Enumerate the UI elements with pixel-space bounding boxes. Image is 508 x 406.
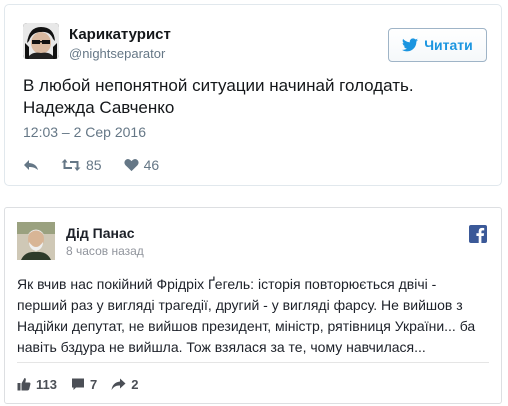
reply-button[interactable]	[23, 158, 39, 172]
author-name[interactable]: Дід Панас	[66, 225, 135, 241]
tweet-card: Карикатурист @nightseparator Читати В лю…	[4, 4, 502, 186]
tweet-text: В любой непонятной ситуации начинай голо…	[23, 75, 483, 119]
like-button[interactable]: 113	[17, 377, 57, 392]
like-button[interactable]: 46	[123, 157, 160, 173]
post-text-line: перший раз у вигляді трагедії, другий - …	[17, 297, 463, 313]
facebook-post-card: Дід Панас 8 часов назад Як вчив нас покі…	[4, 207, 502, 404]
post-text-line: Надійки депутат, не вийшов президент, мі…	[17, 318, 476, 334]
comment-icon	[71, 378, 84, 390]
author-name[interactable]: Карикатурист	[69, 26, 171, 43]
divider	[17, 362, 489, 363]
tweet-timestamp[interactable]: 12:03 – 2 Сер 2016	[23, 124, 146, 140]
post-timestamp[interactable]: 8 часов назад	[66, 244, 144, 258]
retweet-icon	[61, 159, 81, 171]
like-count: 113	[36, 376, 57, 392]
retweet-button[interactable]: 85	[61, 157, 102, 173]
reply-icon	[24, 160, 38, 170]
share-count: 2	[131, 376, 139, 392]
author-handle[interactable]: @nightseparator	[69, 46, 165, 61]
post-text: Як вчив нас покійний Фрідріх Ґегель: іст…	[17, 274, 495, 358]
facebook-logo-icon[interactable]	[469, 225, 487, 243]
tweet-text-line: В любой непонятной ситуации начинай голо…	[23, 76, 414, 95]
twitter-bird-icon	[402, 38, 419, 52]
follow-button[interactable]: Читати	[388, 28, 487, 62]
author-avatar[interactable]	[23, 23, 59, 59]
retweet-count: 85	[86, 157, 102, 173]
follow-button-label: Читати	[424, 37, 473, 53]
tweet-text-line: Надежда Савченко	[23, 98, 175, 117]
post-text-line: Як вчив нас покійний Фрідріх Ґегель: іст…	[17, 276, 437, 292]
share-button[interactable]: 2	[111, 377, 138, 392]
post-text-line: навіть бздура не вийшла. Тож взялася за …	[17, 339, 426, 355]
post-actions: 113 7 2	[17, 374, 152, 394]
heart-icon	[123, 159, 139, 172]
author-avatar[interactable]	[17, 222, 55, 260]
tweet-actions: 85 46	[23, 155, 181, 175]
thumbs-up-icon	[17, 378, 31, 391]
comment-count: 7	[89, 376, 98, 392]
comment-button[interactable]: 7	[71, 377, 97, 392]
like-count: 46	[143, 157, 160, 173]
share-arrow-icon	[111, 378, 126, 390]
